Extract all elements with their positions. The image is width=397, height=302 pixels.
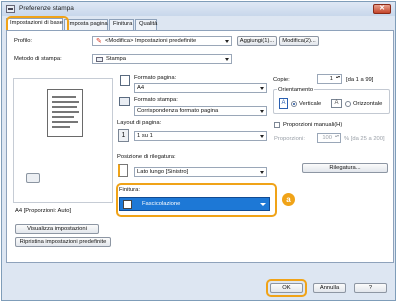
manual-scaling-checkbox[interactable] [274, 122, 280, 128]
print-format-label: Formato stampa: [134, 97, 178, 103]
binding-icon [118, 164, 128, 177]
chevron-down-icon [260, 203, 266, 206]
cancel-button[interactable]: Annulla [313, 283, 346, 293]
pencil-icon: ✎ [96, 38, 102, 45]
page-preview-icon [47, 89, 83, 137]
chevron-down-icon [225, 58, 229, 61]
chevron-down-icon [260, 87, 264, 90]
horizontal-radio[interactable] [345, 101, 351, 107]
binding-select[interactable]: Lato lungo [Sinistro] [134, 167, 267, 177]
collate-icon [123, 200, 132, 209]
binding-button[interactable]: Rilegatura... [302, 163, 388, 173]
print-format-select[interactable]: Corrispondenza formato pagina [134, 106, 267, 116]
view-settings-button[interactable]: Visualizza impostazioni [15, 224, 99, 234]
copies-label: Copie: [273, 77, 290, 83]
ok-button[interactable]: OK [270, 283, 303, 293]
copies-spinner[interactable]: 1 [317, 74, 342, 84]
landscape-icon: A [331, 99, 342, 108]
tab-page-setup[interactable]: Imposta pagina [64, 19, 108, 30]
tab-quality[interactable]: Qualità [135, 19, 157, 30]
tab-basic-settings[interactable]: Impostazioni di base [6, 18, 63, 30]
printer-preview-icon [26, 173, 40, 183]
chevron-down-icon [225, 40, 229, 43]
manual-scaling-label: Proporzioni manuali(H) [283, 122, 343, 128]
chevron-down-icon [260, 171, 264, 174]
scaling-spinner[interactable]: 100 [317, 133, 341, 143]
page-format-select[interactable]: A4 [134, 83, 267, 93]
help-button[interactable]: ? [354, 283, 387, 293]
binding-label: Posizione di rilegatura: [117, 154, 176, 160]
add-profile-button[interactable]: Aggiungi(1)... [237, 36, 277, 46]
window-title: Preferenze stampa [19, 5, 74, 12]
callout-badge: a [282, 193, 295, 206]
orientation-label: Orientamento [277, 87, 315, 93]
finishing-value: Fascicolazione [142, 201, 181, 207]
scaling-label: Proporzioni: [274, 136, 305, 142]
scaling-range: % [da 25 a 200] [344, 136, 385, 142]
finishing-select[interactable]: Fascicolazione [119, 197, 270, 211]
printer-icon [96, 57, 103, 62]
print-method-label: Metodo di stampa: [14, 56, 62, 62]
layout-select[interactable]: 1 su 1 [134, 131, 267, 141]
print-format-icon [119, 97, 130, 106]
layout-icon: 1 [118, 129, 129, 142]
horizontal-label: Orizzontale [353, 101, 383, 107]
page-format-icon [120, 75, 130, 86]
page-format-label: Formato pagina: [134, 75, 177, 81]
binding-value: Lato lungo [Sinistro] [137, 169, 189, 175]
title-bar: Preferenze stampa ✕ [2, 2, 395, 16]
copies-range: [da 1 a 99] [346, 77, 374, 83]
edit-profile-button[interactable]: Modifica(2)... [279, 36, 319, 46]
print-preferences-window: Preferenze stampa ✕ Impostazioni di base… [1, 1, 396, 301]
basic-settings-panel: Profilo: ✎ <Modifica> Impostazioni prede… [6, 30, 394, 263]
chevron-down-icon [260, 110, 264, 113]
finishing-label: Finitura: [119, 187, 140, 193]
profile-label: Profilo: [14, 38, 33, 44]
printer-app-icon [6, 5, 15, 13]
preview-area [13, 78, 113, 203]
vertical-radio[interactable] [291, 101, 297, 107]
chevron-down-icon [260, 135, 264, 138]
tab-finishing[interactable]: Finitura [109, 19, 134, 30]
print-method-value: Stampa [106, 56, 126, 62]
profile-value: <Modifica> Impostazioni predefinite [105, 38, 197, 44]
portrait-icon: A [279, 98, 288, 109]
restore-defaults-button[interactable]: Ripristina impostazioni predefinite [15, 237, 111, 247]
print-format-value: Corrispondenza formato pagina [137, 108, 219, 114]
profile-select[interactable]: ✎ <Modifica> Impostazioni predefinite [92, 36, 232, 46]
page-format-value: A4 [137, 85, 145, 91]
vertical-label: Verticale [299, 101, 322, 107]
preview-caption: A4 [Proporzioni: Auto] [15, 208, 72, 214]
close-button[interactable]: ✕ [373, 4, 391, 14]
layout-label: Layout di pagina: [117, 120, 162, 126]
layout-value: 1 su 1 [137, 133, 153, 139]
print-method-select[interactable]: Stampa [92, 54, 232, 64]
